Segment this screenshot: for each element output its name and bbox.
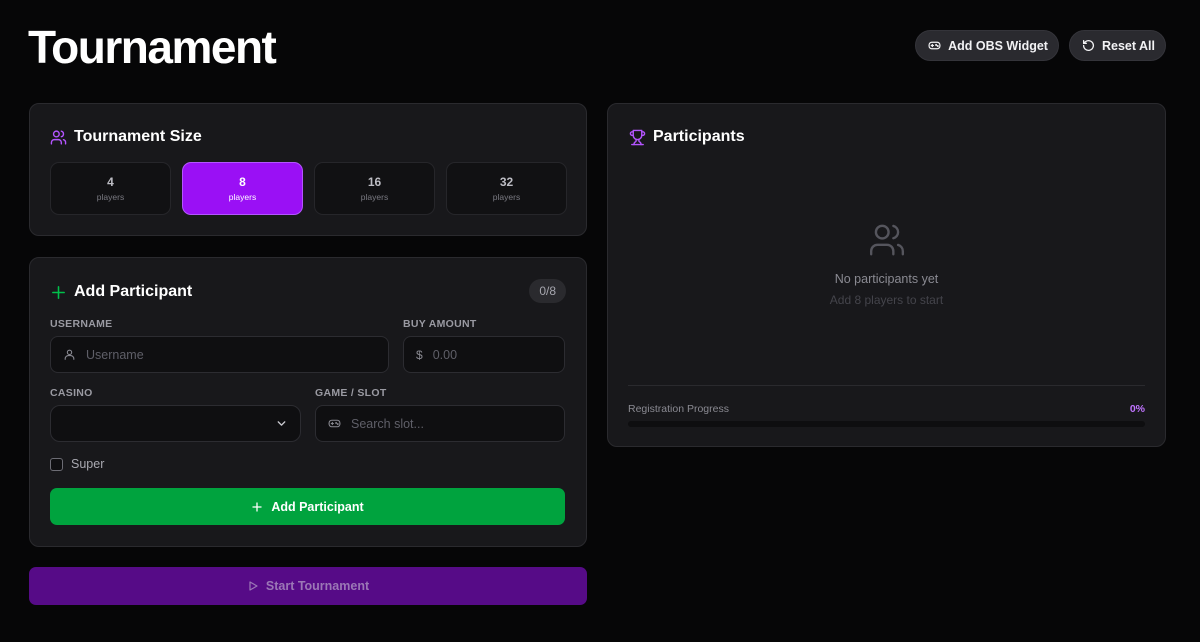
plus-icon [52,285,65,299]
start-tournament-label: Start Tournament [265,579,370,593]
size-option-32[interactable]: 32 players [446,162,567,215]
gamepad-icon [328,419,341,428]
username-input[interactable] [86,347,376,362]
registration-progress-percent: 0% [1129,403,1145,415]
users-icon [50,129,67,145]
empty-state-subtitle: Add 8 players to start [829,293,944,307]
casino-label: CASINO [50,387,93,399]
size-option-unit: players [492,192,521,202]
add-participant-button[interactable]: Add Participant [50,488,565,525]
add-participant-title: Add Participant [74,283,193,300]
add-obs-widget-button[interactable]: Add OBS Widget [915,30,1059,61]
size-option-value: 16 [367,175,382,189]
add-participant-heading: Add Participant [50,283,192,301]
participants-title: Participants [653,128,745,145]
top-actions: Add OBS Widget Reset All [915,30,1166,61]
super-label: Super [71,457,105,471]
empty-state-title: No participants yet [834,272,939,286]
registration-progress-bar [628,421,1145,427]
start-tournament-button[interactable]: Start Tournament [29,567,587,605]
size-option-8[interactable]: 8 players [182,162,303,215]
reset-all-label: Reset All [1101,38,1155,53]
super-checkbox[interactable] [50,457,63,471]
size-option-value: 32 [499,175,514,189]
reset-all-button[interactable]: Reset All [1068,30,1166,61]
dollar-icon: $ [416,347,423,362]
tournament-size-card: Tournament Size 4 players 8 players 16 p… [29,103,587,236]
username-field [50,336,389,373]
tournament-size-title: Tournament Size [74,128,202,145]
trophy-icon [629,129,646,145]
page-title: Tournament [28,21,277,73]
size-option-16[interactable]: 16 players [314,162,435,215]
game-slot-label: GAME / SLOT [315,387,387,399]
participants-heading: Participants [629,128,745,146]
participant-count-badge: 0/8 [529,279,566,303]
gamepad-icon [928,41,941,50]
add-participant-button-label: Add Participant [271,499,364,514]
game-slot-input[interactable] [351,416,552,431]
username-label: USERNAME [50,318,113,330]
buy-amount-input[interactable] [432,347,552,362]
play-icon [249,581,258,591]
size-option-unit: players [96,192,125,202]
size-options: 4 players 8 players 16 players 32 player… [50,162,567,215]
size-option-unit: players [228,192,257,202]
users-icon [869,224,905,256]
casino-select[interactable] [50,405,301,442]
chevron-down-icon [277,421,286,426]
registration-progress-label: Registration Progress [628,403,729,415]
tournament-size-heading: Tournament Size [50,128,202,146]
super-row: Super [50,457,104,471]
user-icon [64,349,75,360]
add-obs-widget-label: Add OBS Widget [948,38,1048,53]
plus-icon [252,501,262,512]
size-option-value: 4 [107,175,114,189]
participants-card: Participants No participants yet Add 8 p… [607,103,1166,447]
size-option-4[interactable]: 4 players [50,162,171,215]
divider [628,385,1145,386]
game-slot-field [315,405,565,442]
add-participant-card: Add Participant 0/8 USERNAME BUY AMOUNT … [29,257,587,547]
size-option-unit: players [360,192,389,202]
buy-amount-label: BUY AMOUNT [403,318,477,330]
buy-amount-field: $ [403,336,565,373]
rotate-ccw-icon [1082,39,1094,51]
size-option-value: 8 [239,175,246,189]
